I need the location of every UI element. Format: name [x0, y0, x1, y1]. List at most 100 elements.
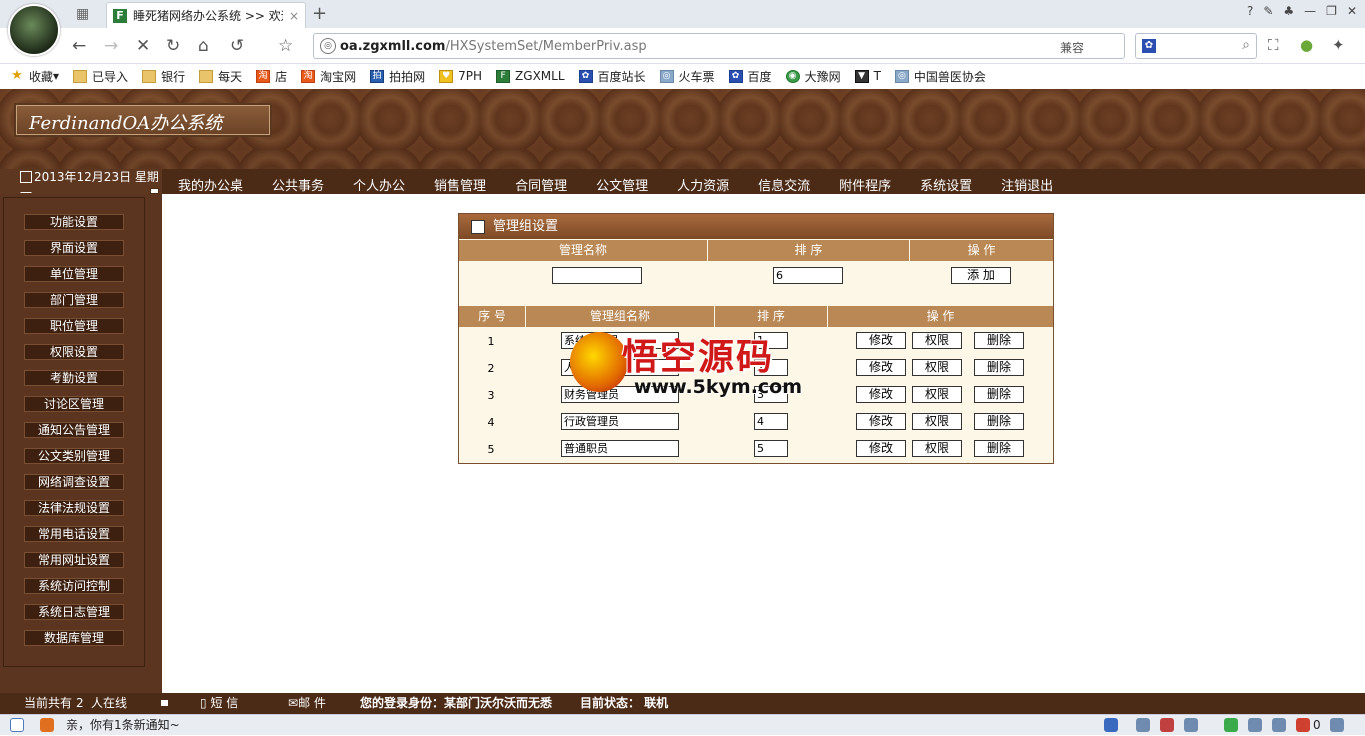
sidebar-item[interactable]: 权限设置 — [24, 344, 124, 360]
new-tab-icon[interactable]: + — [312, 3, 327, 24]
bookmark-item[interactable]: 淘淘宝网 — [301, 68, 356, 85]
skin-icon[interactable]: ♣ — [1283, 4, 1294, 18]
menu-item[interactable]: 个人办公 — [353, 175, 405, 194]
tools-icon[interactable]: ✎ — [1263, 4, 1273, 18]
delete-button[interactable]: 删除 — [974, 440, 1024, 457]
bookmark-item[interactable]: 淘店 — [256, 68, 287, 85]
sidebar-item[interactable]: 公文类别管理 — [24, 448, 124, 464]
volume-icon[interactable] — [1248, 718, 1262, 732]
sidebar-item[interactable]: 职位管理 — [24, 318, 124, 334]
forward-icon[interactable]: → — [104, 36, 118, 56]
delete-button[interactable]: 删除 — [974, 386, 1024, 403]
menu-item[interactable]: 人力资源 — [677, 175, 729, 194]
delete-button[interactable]: 删除 — [974, 413, 1024, 430]
sidebar-item[interactable]: 系统日志管理 — [24, 604, 124, 620]
tab-close-icon[interactable]: × — [289, 9, 299, 23]
edit-button[interactable]: 修改 — [856, 413, 906, 430]
add-button[interactable]: 添 加 — [951, 267, 1011, 284]
bookmark-item[interactable]: 银行 — [142, 68, 185, 85]
bookmark-item[interactable]: ◉ 大豫网 — [785, 68, 841, 85]
sidebar-item[interactable]: 部门管理 — [24, 292, 124, 308]
user-avatar[interactable] — [8, 4, 60, 56]
fullscreen-icon[interactable] — [1272, 718, 1286, 732]
new-group-order-input[interactable]: 6 — [773, 267, 843, 284]
sidebar-item[interactable]: 网络调查设置 — [24, 474, 124, 490]
close-window-icon[interactable]: ✕ — [1347, 4, 1357, 18]
sidebar-item[interactable]: 通知公告管理 — [24, 422, 124, 438]
online-count[interactable]: 2 — [76, 693, 84, 714]
sidebar-item[interactable]: 系统访问控制 — [24, 578, 124, 594]
restore-icon[interactable]: ❐ — [1326, 4, 1337, 18]
bookmark-item[interactable]: ▼ T — [854, 69, 881, 83]
back-icon[interactable]: ← — [72, 36, 86, 56]
help-icon[interactable]: ? — [1247, 4, 1253, 18]
screenshot-icon[interactable]: ⛶ — [1268, 36, 1279, 54]
privilege-button[interactable]: 权限 — [912, 440, 962, 457]
bookmark-item[interactable]: ★ 收藏 ▾ — [10, 68, 59, 85]
sidebar-item[interactable]: 功能设置 — [24, 214, 124, 230]
stop-icon[interactable]: ✕ — [136, 36, 150, 56]
block-icon[interactable] — [1160, 718, 1174, 732]
notification-text[interactable]: 亲，你有1条新通知~ — [66, 715, 180, 736]
sidebar-item[interactable]: 界面设置 — [24, 240, 124, 256]
zoom-icon[interactable] — [1330, 718, 1344, 732]
menu-item[interactable]: 合同管理 — [515, 175, 567, 194]
group-order-input[interactable]: 5 — [754, 440, 788, 457]
group-name-input[interactable]: 行政管理员 — [561, 413, 679, 430]
download-manager-icon[interactable] — [1104, 718, 1118, 732]
privilege-button[interactable]: 权限 — [912, 359, 962, 376]
minimize-icon[interactable]: — — [1304, 4, 1316, 18]
privilege-button[interactable]: 权限 — [912, 386, 962, 403]
broom-icon[interactable]: ✦ — [1332, 36, 1345, 54]
bookmark-item[interactable]: ✿ 百度 — [728, 68, 772, 85]
refresh-icon[interactable]: ↻ — [166, 36, 180, 56]
speaker-icon[interactable] — [40, 718, 54, 732]
group-order-input[interactable]: 4 — [754, 413, 788, 430]
bookmark-item[interactable]: 拍拍拍网 — [370, 68, 425, 85]
download-arrow-icon[interactable] — [1224, 718, 1238, 732]
window-count-icon[interactable] — [1296, 718, 1310, 732]
screen-icon[interactable] — [1184, 718, 1198, 732]
address-bar[interactable]: ◎ oa.zgxmll.com/HXSystemSet/MemberPriv.a… — [313, 33, 1125, 59]
bookmark-item[interactable]: ✿ 百度站长 — [578, 68, 646, 85]
sidebar-item[interactable]: 常用网址设置 — [24, 552, 124, 568]
menu-item[interactable]: 销售管理 — [434, 175, 486, 194]
home-icon[interactable]: ⌂ — [198, 36, 209, 56]
collapse-icon[interactable] — [160, 699, 169, 707]
menu-item[interactable]: 系统设置 — [920, 175, 972, 194]
menu-item[interactable]: 公文管理 — [596, 175, 648, 194]
menu-item[interactable]: 我的办公桌 — [178, 175, 243, 194]
menu-item[interactable]: 公共事务 — [272, 175, 324, 194]
menu-item[interactable]: 注销退出 — [1001, 175, 1053, 194]
privilege-button[interactable]: 权限 — [912, 413, 962, 430]
favorite-star-icon[interactable]: ☆ — [278, 36, 293, 56]
delete-button[interactable]: 删除 — [974, 332, 1024, 349]
sidebar-toggle-icon[interactable] — [10, 718, 24, 732]
bookmark-item[interactable]: ◎ 火车票 — [659, 68, 715, 85]
menu-item[interactable]: 信息交流 — [758, 175, 810, 194]
mail-link[interactable]: ✉邮 件 — [288, 693, 326, 714]
menu-item[interactable]: 附件程序 — [839, 175, 891, 194]
sidebar-item[interactable]: 法律法规设置 — [24, 500, 124, 516]
bookmark-item[interactable]: ♥ 7PH — [439, 69, 482, 83]
network-icon[interactable] — [1136, 718, 1150, 732]
compat-mode-label[interactable]: 兼容 — [1060, 39, 1084, 56]
new-group-name-input[interactable] — [552, 267, 642, 284]
privilege-button[interactable]: 权限 — [912, 332, 962, 349]
search-box[interactable]: ✿ ⌕ — [1135, 33, 1257, 59]
tab-grid-icon[interactable]: ▦ — [76, 6, 89, 22]
sidebar-item[interactable]: 讨论区管理 — [24, 396, 124, 412]
sms-link[interactable]: ▯ 短 信 — [200, 693, 238, 714]
bookmark-item[interactable]: 已导入 — [73, 68, 128, 85]
bookmark-item[interactable]: F ZGXMLL — [496, 69, 565, 83]
sidebar-item[interactable]: 单位管理 — [24, 266, 124, 282]
group-name-input[interactable]: 普通职员 — [561, 440, 679, 457]
edit-button[interactable]: 修改 — [856, 440, 906, 457]
bookmark-item[interactable]: ◎ 中国兽医协会 — [894, 68, 986, 85]
edit-button[interactable]: 修改 — [856, 386, 906, 403]
bookmark-item[interactable]: 每天 — [199, 68, 242, 85]
sidebar-item[interactable]: 常用电话设置 — [24, 526, 124, 542]
undo-icon[interactable]: ↺ — [230, 36, 244, 56]
sidebar-item[interactable]: 考勤设置 — [24, 370, 124, 386]
sidebar-item[interactable]: 数据库管理 — [24, 630, 124, 646]
